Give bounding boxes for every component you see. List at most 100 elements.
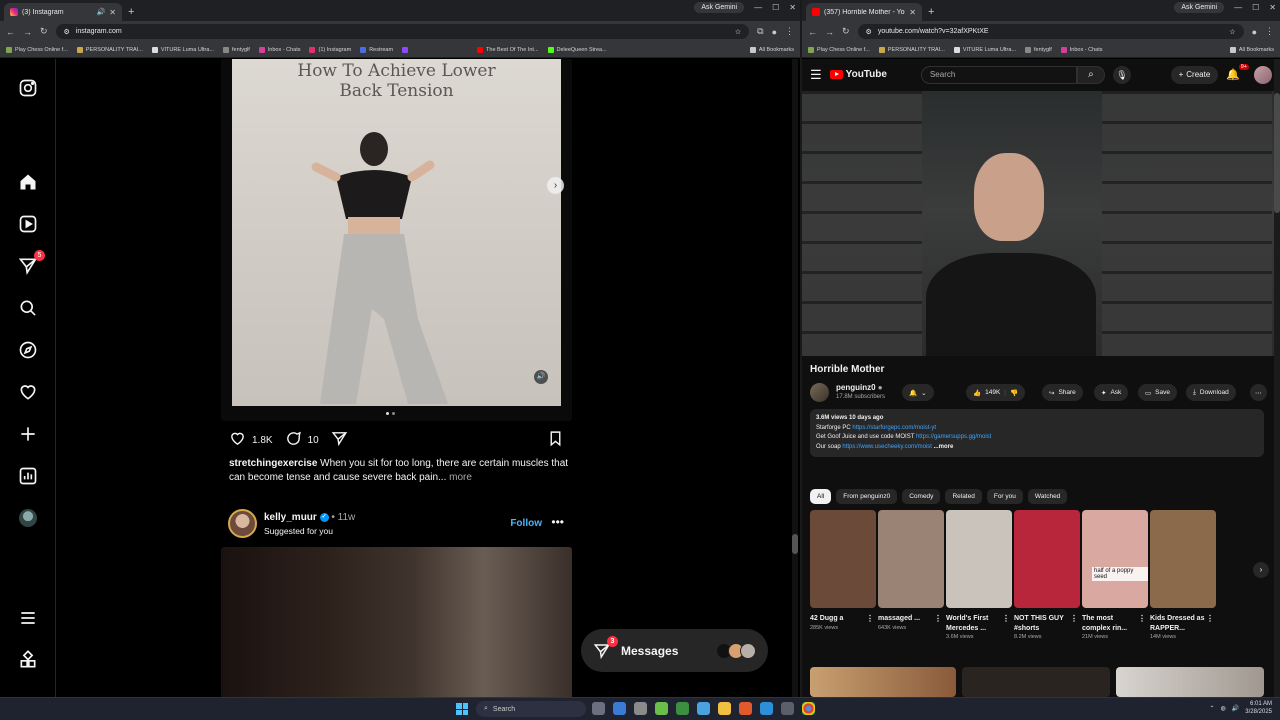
thumbs-down-icon[interactable]: 👎	[1010, 389, 1018, 397]
bookmark-item[interactable]: PERSONALITY TRAI...	[76, 46, 143, 53]
home-icon[interactable]	[18, 172, 38, 192]
bookmark-item[interactable]: Play Chess Online f...	[808, 46, 870, 53]
hamburger-menu-icon[interactable]: ☰	[810, 67, 822, 83]
short-options-icon[interactable]: ⋮	[1070, 614, 1078, 624]
short-thumbnail[interactable]	[878, 510, 944, 608]
explore-icon[interactable]	[18, 340, 38, 360]
chip-comedy[interactable]: Comedy	[902, 489, 941, 504]
video-thumbnail[interactable]	[810, 667, 956, 697]
ask-gemini-button[interactable]: Ask Gemini	[1174, 2, 1225, 13]
bookmark-star-icon[interactable]: ☆	[735, 28, 741, 36]
app-icon[interactable]	[676, 702, 689, 715]
back-icon[interactable]: ←	[808, 27, 817, 37]
short-item[interactable]: half of a poppy seed The most complex rin…	[1082, 510, 1148, 640]
bookmark-item[interactable]: The Best Of The Int...	[477, 46, 539, 53]
all-bookmarks-button[interactable]: All Bookmarks	[1229, 46, 1274, 53]
bookmark-item[interactable]: PERSONALITY TRAI...	[878, 46, 945, 53]
heart-icon[interactable]	[18, 382, 38, 402]
like-count[interactable]: 1.8K	[252, 435, 273, 446]
suggested-username[interactable]: kelly_muur	[264, 512, 317, 523]
menu-icon[interactable]: ⋮	[785, 26, 794, 37]
chip-watched[interactable]: Watched	[1027, 489, 1068, 504]
short-options-icon[interactable]: ⋮	[1138, 614, 1146, 624]
post-media[interactable]: How To Achieve Lower Back Tension 🔊 ›	[221, 59, 572, 421]
site-info-icon[interactable]: ⚙	[64, 28, 70, 36]
extensions-icon[interactable]: ⧉	[757, 26, 763, 37]
search-icon[interactable]	[18, 298, 38, 318]
scrollbar-thumb[interactable]	[1274, 93, 1280, 213]
also-from-meta-icon[interactable]	[18, 650, 38, 670]
bookmark-item[interactable]: VITURE Luma Ultra...	[151, 46, 214, 53]
search-input[interactable]: Search	[920, 65, 1077, 84]
bookmark-star-icon[interactable]: ☆	[1229, 28, 1235, 36]
network-icon[interactable]: ◍	[1221, 705, 1226, 712]
bookmark-item[interactable]: Inbox - Chats	[1060, 46, 1102, 53]
create-button[interactable]: + Create	[1170, 65, 1219, 84]
dashboard-icon[interactable]	[18, 466, 38, 486]
short-item[interactable]: 42 Dugg a 285K views ⋮	[810, 510, 876, 631]
video-thumbnail[interactable]	[1116, 667, 1264, 697]
chip-from-channel[interactable]: From penguinz0	[836, 489, 898, 504]
tab-youtube[interactable]: (357) Horrible Mother - YouTub... ✕	[806, 3, 922, 21]
close-tab-icon[interactable]: ✕	[909, 8, 916, 17]
share-button[interactable]: ↪ Share	[1042, 384, 1083, 401]
like-icon[interactable]	[229, 430, 246, 450]
bookmark-item[interactable]: DeleeQueen Strea...	[547, 46, 607, 53]
bookmark-item[interactable]: VITURE Luma Ultra...	[953, 46, 1016, 53]
short-item[interactable]: World's First Mercedes ... 3.6M views ⋮	[946, 510, 1012, 640]
page-scrollbar[interactable]	[1274, 59, 1280, 697]
maximize-icon[interactable]: ☐	[1252, 3, 1259, 12]
menu-icon[interactable]: ⋮	[1265, 26, 1274, 37]
video-player[interactable]	[802, 91, 1280, 356]
taskbar-search[interactable]: ⌕ Search	[476, 701, 586, 717]
profile-icon[interactable]: ●	[1252, 27, 1257, 37]
youtube-logo[interactable]: YouTube	[829, 69, 887, 80]
bookmark-item[interactable]: fentyglf	[223, 46, 250, 53]
settings-icon[interactable]	[634, 702, 647, 715]
short-thumbnail[interactable]	[1014, 510, 1080, 608]
save-button[interactable]: ▭ Save	[1138, 384, 1177, 401]
subscription-bell-button[interactable]: 🔔 ⌄	[902, 384, 934, 401]
reels-icon[interactable]	[18, 214, 38, 234]
profile-icon[interactable]: ●	[772, 27, 777, 37]
more-menu-icon[interactable]	[18, 608, 38, 628]
page-scrollbar[interactable]	[792, 59, 798, 697]
app-icon[interactable]	[613, 702, 626, 715]
carousel-next-icon[interactable]: ›	[547, 177, 564, 194]
mute-toggle-icon[interactable]: 🔊	[534, 370, 548, 384]
short-thumbnail[interactable]	[810, 510, 876, 608]
caption-more-link[interactable]: more	[449, 472, 472, 483]
ask-gemini-button[interactable]: Ask Gemini	[694, 2, 745, 13]
tab-instagram[interactable]: (3) Instagram 🔊 ✕	[4, 3, 122, 21]
file-explorer-icon[interactable]	[718, 702, 731, 715]
short-thumbnail[interactable]	[1150, 510, 1216, 608]
next-post-media[interactable]	[221, 547, 572, 697]
description-link[interactable]: https://www.usecheeky.com/moist	[842, 444, 932, 450]
profile-avatar[interactable]	[18, 508, 38, 528]
new-tab-button[interactable]: +	[928, 6, 934, 18]
chip-for-you[interactable]: For you	[986, 489, 1023, 504]
edge-icon[interactable]	[760, 702, 773, 715]
close-window-icon[interactable]: ✕	[1269, 3, 1276, 12]
instagram-logo-icon[interactable]	[18, 78, 38, 98]
description-link[interactable]: https://gamersupps.gg/moist	[916, 434, 991, 440]
minimize-icon[interactable]: —	[1234, 3, 1242, 12]
minimize-icon[interactable]: —	[754, 3, 762, 12]
app-icon[interactable]	[739, 702, 752, 715]
bookmark-item[interactable]	[402, 46, 409, 53]
direct-messages-icon[interactable]: 5	[18, 250, 45, 276]
site-info-icon[interactable]: ⚙	[866, 28, 872, 36]
speaker-icon[interactable]: 🔊	[97, 8, 106, 16]
bookmark-item[interactable]: (1) Instagram	[309, 46, 351, 53]
start-button-icon[interactable]	[456, 703, 468, 715]
short-options-icon[interactable]: ⋮	[934, 614, 942, 624]
short-item[interactable]: massaged ... 643K views ⋮	[878, 510, 944, 631]
short-item[interactable]: NOT THIS GUY #shorts 8.2M views ⋮	[1014, 510, 1080, 640]
short-options-icon[interactable]: ⋮	[866, 614, 874, 624]
ask-button[interactable]: ✦ Ask	[1094, 384, 1129, 401]
bookmark-item[interactable]: Inbox - Chats	[258, 46, 300, 53]
like-button[interactable]: 👍 149K | 👎	[966, 384, 1026, 401]
save-icon[interactable]	[547, 430, 564, 450]
volume-icon[interactable]: 🔊	[1232, 705, 1239, 712]
maximize-icon[interactable]: ☐	[772, 3, 779, 12]
